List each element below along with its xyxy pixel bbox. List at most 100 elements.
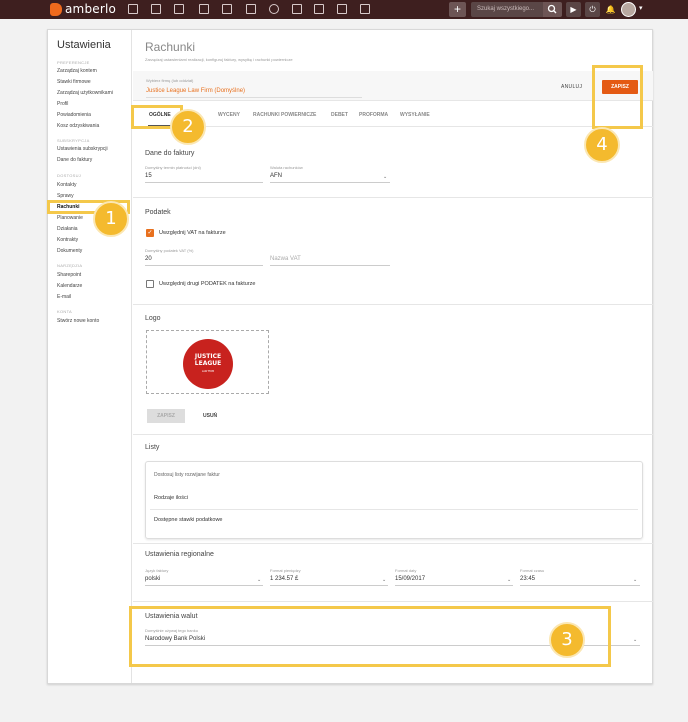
second-tax-checkbox[interactable] (146, 280, 154, 288)
folder-icon[interactable] (292, 4, 302, 14)
firm-underline (146, 97, 362, 98)
list-item-dropdowns[interactable]: Dostosuj listy rozwijane faktur (154, 472, 220, 478)
sidebar-item-new-account[interactable]: Stwórz nowe konto (57, 318, 99, 324)
callout-frame-4 (592, 65, 643, 129)
sidebar-item-billing-data[interactable]: Dane do faktury (57, 157, 92, 163)
bank-icon[interactable] (222, 4, 232, 14)
section-divider (133, 197, 653, 198)
sidebar-item-notifications[interactable]: Powiadomienia (57, 112, 91, 118)
field-underline (145, 182, 263, 183)
sidebar-item-calendars[interactable]: Kalendarze (57, 283, 82, 289)
page-subtitle: Zarządzaj ustawieniami realizacji, konfi… (145, 57, 293, 62)
sidebar-item-recycle-bin[interactable]: Kosz odzyskiwania (57, 123, 99, 129)
chevron-down-icon[interactable]: ⌄ (633, 637, 637, 643)
sidebar-heading: SUBSKRYPCJA (57, 138, 90, 143)
sidebar-item-account[interactable]: Zarządzaj kontem (57, 68, 97, 74)
user-avatar[interactable] (621, 2, 636, 17)
document-icon[interactable] (199, 4, 209, 14)
time-format-select[interactable]: 23:45 (520, 576, 535, 582)
callout-badge-3: 3 (549, 622, 585, 658)
include-vat-label: Uwzględnij VAT na fakturze (159, 230, 226, 236)
sidebar-item-contacts[interactable]: Kontakty (57, 182, 76, 188)
sidebar-item-email[interactable]: E-mail (57, 294, 71, 300)
money-format-select[interactable]: 1 234.57 £ (270, 576, 298, 582)
list-item-quantity-types[interactable]: Rodzaje ilości (154, 495, 188, 501)
field-underline (270, 265, 390, 266)
page-title: Rachunki (145, 40, 196, 54)
tab-pricing[interactable]: WYCENY (218, 112, 240, 118)
calendar-icon[interactable] (246, 4, 256, 14)
top-navigation-bar: amberlo + Szukaj wszystkiego... ▶ ⏻ 🔔 ▾ (0, 0, 688, 19)
vat-rate-input[interactable]: 20 (145, 256, 152, 262)
sidebar-item-contracts[interactable]: Kontrakty (57, 237, 78, 243)
section-divider (133, 601, 653, 602)
global-search-input[interactable]: Szukaj wszystkiego... (471, 2, 543, 17)
field-underline (270, 182, 390, 183)
dashboard-icon[interactable] (128, 4, 138, 14)
settings-main: Rachunki Zarządzaj ustawieniami realizac… (133, 30, 653, 683)
currency-select[interactable]: AFN (270, 173, 282, 179)
sidebar-item-activities[interactable]: Działania (57, 226, 78, 232)
sidebar-item-sharepoint[interactable]: Sharepoint (57, 272, 81, 278)
sidebar-title: Ustawienia (57, 39, 111, 51)
search-icon[interactable] (543, 2, 562, 17)
vat-rate-label: Domyślny podatek VAT (%) (145, 248, 194, 253)
tab-debit[interactable]: DEBET (331, 112, 348, 118)
tab-trust-accounts[interactable]: RACHUNKI POWIERNICZE (253, 112, 316, 118)
sidebar-item-documents[interactable]: Dokumenty (57, 248, 82, 254)
sidebar-heading: DOSTOSUJ (57, 173, 82, 178)
sidebar-item-rates[interactable]: Stawki firmowe (57, 79, 91, 85)
invoice-language-select[interactable]: polski (145, 576, 160, 582)
sidebar-item-profile[interactable]: Profil (57, 101, 68, 107)
vat-name-input[interactable]: Nazwa VAT (270, 256, 301, 262)
section-divider (133, 543, 653, 544)
time-format-label: Format czasu (520, 568, 545, 573)
firm-label: Wybierz firmę (lub oddział) (146, 78, 194, 83)
logo-save-button[interactable]: ZAPISZ (147, 409, 185, 423)
sidebar-heading: KONTA (57, 309, 72, 314)
chevron-down-icon[interactable]: ⌄ (507, 577, 511, 583)
date-format-select[interactable]: 15/09/2017 (395, 576, 425, 582)
logo-delete-button[interactable]: USUŃ (203, 413, 217, 419)
chevron-down-icon[interactable]: ⌄ (633, 577, 637, 583)
play-icon[interactable]: ▶ (566, 2, 581, 17)
logo-upload-area[interactable]: JUSTICE LEAGUE LAW FIRM (146, 330, 269, 394)
payment-term-input[interactable]: 15 (145, 173, 152, 179)
field-underline (270, 585, 388, 586)
timer-icon[interactable]: ⏻ (585, 2, 600, 17)
mail-icon[interactable] (337, 4, 347, 14)
list-item-tax-rates[interactable]: Dostępne stawki podatkowe (154, 517, 222, 523)
field-underline (395, 585, 513, 586)
chevron-down-icon[interactable]: ⌄ (383, 174, 387, 180)
callout-badge-1: 1 (93, 201, 129, 237)
tab-sending[interactable]: WYSYŁANIE (400, 112, 430, 118)
sidebar-item-matters[interactable]: Sprawy (57, 193, 74, 199)
chevron-down-icon[interactable]: ⌄ (257, 577, 261, 583)
section-title-logo: Logo (145, 315, 161, 322)
tab-proforma[interactable]: PROFORMA (359, 112, 388, 118)
invoice-language-label: Język faktury (145, 568, 169, 573)
sidebar-item-users[interactable]: Zarządzaj użytkownikami (57, 90, 113, 96)
chat-icon[interactable] (269, 4, 279, 14)
chevron-down-icon[interactable]: ▾ (639, 4, 643, 12)
add-new-button[interactable]: + (449, 2, 466, 17)
sidebar-heading: NARZĘDZIA (57, 263, 83, 268)
firm-select[interactable]: Justice League Law Firm (Domyślne) (146, 88, 245, 94)
field-underline (145, 585, 263, 586)
chevron-down-icon[interactable]: ⌄ (382, 577, 386, 583)
include-vat-checkbox[interactable]: ✓ (146, 229, 154, 237)
file-icon[interactable] (314, 4, 324, 14)
sidebar-item-subscription[interactable]: Ustawienia subskrypcji (57, 146, 108, 152)
tab-bar: OGÓLNE WYCENY RACHUNKI POWIERNICZE DEBET… (133, 101, 653, 127)
field-underline (520, 585, 640, 586)
brand-logo[interactable]: amberlo (50, 2, 116, 16)
report-icon[interactable] (360, 4, 370, 14)
card-icon[interactable] (151, 4, 161, 14)
cancel-button[interactable]: ANULUJ (561, 84, 582, 90)
money-format-label: Format pieniędzy (270, 568, 301, 573)
building-icon[interactable] (174, 4, 184, 14)
field-underline (145, 265, 263, 266)
notification-bell-icon[interactable]: 🔔 (603, 2, 618, 17)
sidebar-item-planning[interactable]: Planowanie (57, 215, 83, 221)
firm-logo-image: JUSTICE LEAGUE LAW FIRM (183, 339, 233, 389)
